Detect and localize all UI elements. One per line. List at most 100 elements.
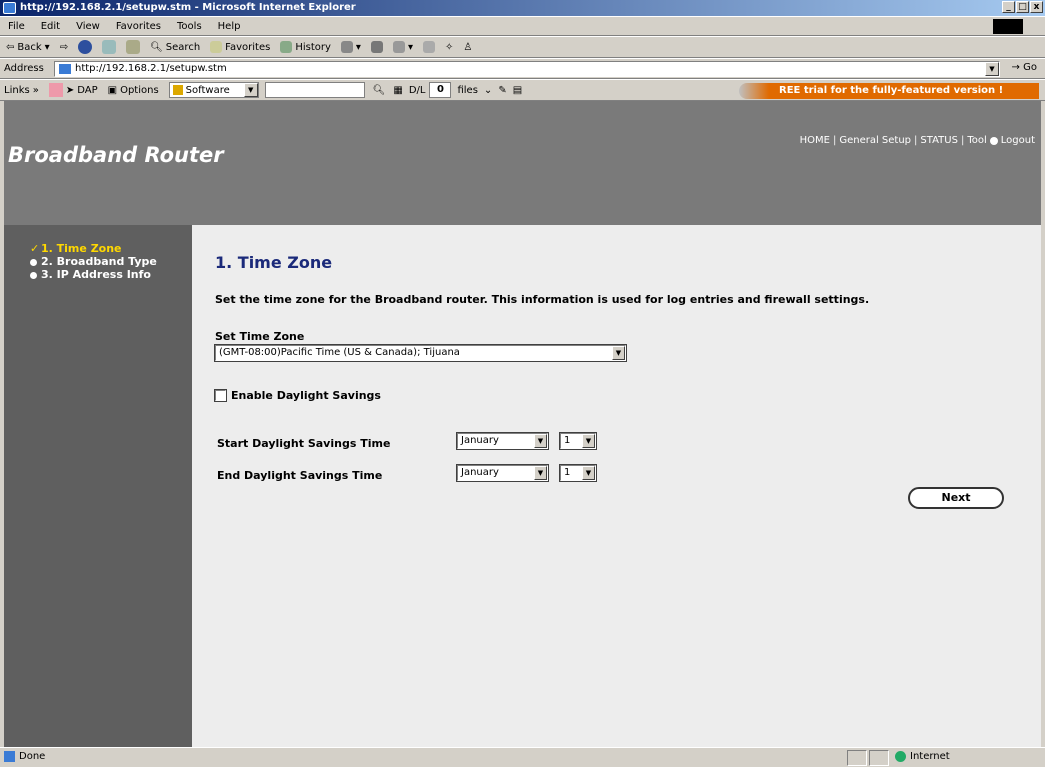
page-done-icon bbox=[4, 751, 15, 762]
address-input[interactable]: http://192.168.2.1/setupw.stm ▼ bbox=[54, 61, 1000, 77]
address-dropdown-icon[interactable]: ▼ bbox=[985, 62, 999, 76]
nav-status[interactable]: STATUS bbox=[920, 135, 958, 146]
status-bar: Done Internet bbox=[0, 747, 1045, 767]
sidebar-item-ip-address-info[interactable]: 3. IP Address Info bbox=[30, 269, 192, 281]
close-button[interactable]: x bbox=[1030, 1, 1043, 13]
edit-button[interactable]: ▾ bbox=[392, 41, 413, 53]
menu-tools[interactable]: Tools bbox=[177, 21, 202, 32]
end-month-select[interactable]: January ▼ bbox=[456, 464, 549, 482]
go-button[interactable]: → Go bbox=[1012, 62, 1037, 73]
dl-count: 0 bbox=[429, 82, 452, 98]
promo-banner[interactable]: REE trial for the fully-featured version… bbox=[739, 83, 1039, 99]
chevron-down-icon: ▼ bbox=[612, 346, 625, 360]
menu-view[interactable]: View bbox=[76, 21, 100, 32]
header-band bbox=[4, 185, 1041, 225]
favorites-icon bbox=[210, 41, 223, 53]
dap-button[interactable]: ➤ DAP bbox=[48, 83, 98, 97]
arrows-icon[interactable]: ⌄ bbox=[484, 85, 492, 96]
dap-arrow-icon: ➤ bbox=[65, 84, 75, 96]
maximize-button[interactable]: □ bbox=[1016, 1, 1029, 13]
status-zone: Internet bbox=[895, 751, 950, 762]
page-description: Set the time zone for the Broadband rout… bbox=[215, 293, 870, 306]
status-cell bbox=[869, 750, 889, 766]
discuss-button[interactable] bbox=[422, 41, 435, 53]
search-icon: 🔍︎ bbox=[150, 41, 163, 53]
start-month-select[interactable]: January ▼ bbox=[456, 432, 549, 450]
disk-icon[interactable]: ▤ bbox=[513, 85, 522, 96]
history-button[interactable]: History bbox=[280, 41, 331, 53]
people-button[interactable]: ♙ bbox=[463, 42, 472, 53]
messenger-icon: ✧ bbox=[444, 41, 454, 53]
end-day-select[interactable]: 1 ▼ bbox=[559, 464, 597, 482]
status-cell bbox=[847, 750, 867, 766]
edit-icon bbox=[392, 41, 405, 53]
globe-icon bbox=[895, 751, 906, 762]
menu-bar: File Edit View Favorites Tools Help bbox=[0, 16, 1045, 36]
dst-checkbox-label: Enable Daylight Savings bbox=[231, 389, 381, 402]
chevron-down-icon: ▼ bbox=[534, 434, 547, 448]
forward-button[interactable]: ⇨ bbox=[60, 42, 68, 53]
chevron-down-icon: ▼ bbox=[534, 466, 547, 480]
menu-favorites[interactable]: Favorites bbox=[116, 21, 161, 32]
logout-dot-icon bbox=[989, 136, 998, 145]
software-select[interactable]: Software ▼ bbox=[168, 82, 259, 98]
address-bar: Address http://192.168.2.1/setupw.stm ▼ … bbox=[0, 58, 1045, 79]
time-zone-select[interactable]: (GMT-08:00)Pacific Time (US & Canada); T… bbox=[214, 344, 627, 362]
options-button[interactable]: ▣ Options bbox=[108, 85, 159, 96]
dl-label: D/L bbox=[408, 84, 426, 96]
search-button[interactable]: 🔍︎ Search bbox=[150, 42, 200, 53]
grid-icon[interactable]: ▦ bbox=[393, 85, 402, 96]
chevron-down-icon: ▼ bbox=[582, 434, 595, 448]
nav-home[interactable]: HOME bbox=[800, 135, 830, 146]
toolbar: ⇦ Back ▾ ⇨ 🔍︎ Search Favorites History ▾ ▾ … bbox=[0, 36, 1045, 58]
files-label: files bbox=[457, 84, 478, 96]
back-button[interactable]: ⇦ Back ▾ bbox=[6, 42, 50, 53]
start-day-select[interactable]: 1 ▼ bbox=[559, 432, 597, 450]
end-dst-label: End Daylight Savings Time bbox=[217, 469, 383, 482]
status-text: Done bbox=[19, 751, 46, 762]
find-icon[interactable]: 🔍︎ bbox=[373, 85, 386, 96]
options-icon: ▣ bbox=[107, 84, 118, 96]
favorites-button[interactable]: Favorites bbox=[210, 41, 270, 53]
messenger-button[interactable]: ✧ bbox=[445, 42, 453, 53]
dst-checkbox-row: Enable Daylight Savings bbox=[214, 389, 381, 402]
links-button[interactable]: Links» bbox=[4, 85, 39, 96]
chevron-down-icon: ▼ bbox=[582, 466, 595, 480]
page-icon bbox=[59, 64, 71, 74]
nav-logout[interactable]: Logout bbox=[1001, 135, 1035, 146]
history-icon bbox=[280, 41, 293, 53]
forward-arrow-icon: ⇨ bbox=[59, 41, 69, 53]
zone-text: Internet bbox=[910, 751, 950, 762]
address-label: Address bbox=[4, 63, 44, 74]
pen-icon[interactable]: ✎ bbox=[498, 85, 506, 96]
browser-window: http://192.168.2.1/setupw.stm - Microsof… bbox=[0, 0, 1045, 767]
home-icon bbox=[126, 40, 141, 54]
ie-icon bbox=[3, 2, 16, 14]
menu-edit[interactable]: Edit bbox=[41, 21, 60, 32]
nav-general-setup[interactable]: General Setup bbox=[839, 135, 911, 146]
next-button[interactable]: Next bbox=[908, 487, 1004, 509]
sidebar-item-broadband-type[interactable]: 2. Broadband Type bbox=[30, 256, 192, 268]
home-button[interactable] bbox=[126, 40, 141, 54]
discuss-icon bbox=[422, 41, 435, 53]
refresh-button[interactable] bbox=[102, 40, 117, 54]
stop-button[interactable] bbox=[78, 40, 93, 54]
print-button[interactable] bbox=[370, 41, 383, 53]
links-search-input[interactable] bbox=[264, 82, 365, 98]
mail-button[interactable]: ▾ bbox=[340, 41, 361, 53]
minimize-button[interactable]: _ bbox=[1002, 1, 1015, 13]
nav-tool[interactable]: Tool bbox=[967, 135, 986, 146]
go-arrow-icon: → bbox=[1011, 62, 1020, 73]
mail-icon bbox=[340, 41, 353, 53]
software-dropdown-icon[interactable]: ▼ bbox=[243, 83, 258, 97]
software-icon bbox=[172, 85, 183, 95]
page-title: 1. Time Zone bbox=[215, 253, 333, 272]
time-zone-label: Set Time Zone bbox=[215, 330, 305, 343]
brand-title: Broadband Router bbox=[8, 143, 224, 167]
window-title: http://192.168.2.1/setupw.stm - Microsof… bbox=[20, 2, 356, 13]
sidebar-item-time-zone[interactable]: ✓ 1. Time Zone bbox=[30, 243, 192, 255]
people-icon: ♙ bbox=[463, 41, 473, 53]
menu-file[interactable]: File bbox=[8, 21, 25, 32]
menu-help[interactable]: Help bbox=[218, 21, 241, 32]
dst-checkbox[interactable] bbox=[214, 389, 227, 402]
